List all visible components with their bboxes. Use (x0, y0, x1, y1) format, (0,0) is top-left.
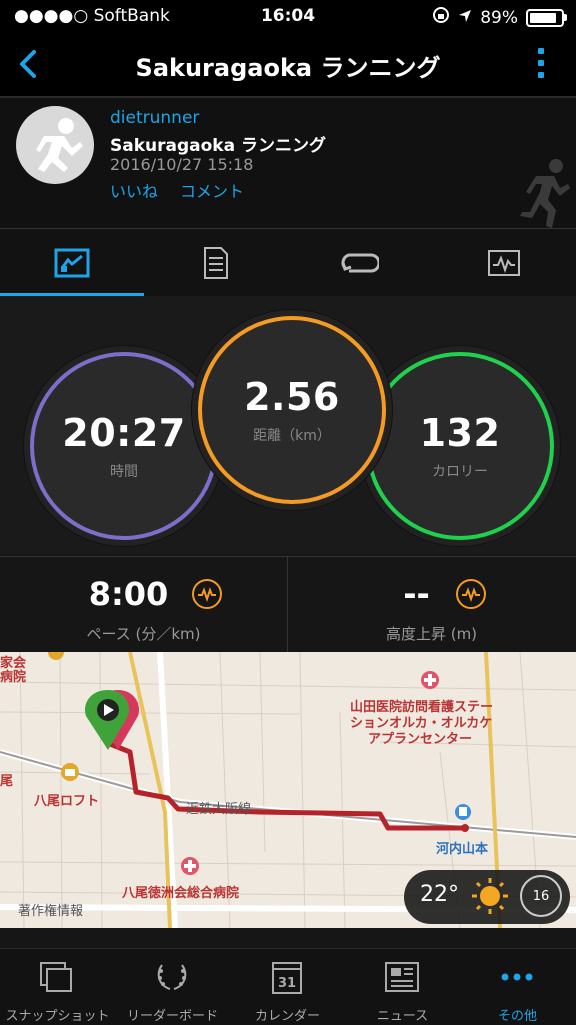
time-value: 20:27 (62, 411, 186, 455)
distance-value: 2.56 (244, 375, 340, 419)
activity-datetime: 2016/10/27 15:18 (110, 155, 254, 174)
elevation-label: 高度上昇 (m) (385, 625, 478, 643)
back-button[interactable] (12, 46, 48, 82)
distance-label: 距離（km） (253, 428, 331, 444)
bottom-tab-bar: スナップショット リーダーボード 31 カレンダー ニュース その他 (0, 948, 576, 1025)
start-pin-icon (84, 690, 140, 750)
divider (287, 556, 288, 652)
bottom-tab-snapshot[interactable]: スナップショット (0, 949, 115, 1025)
time-circle: 20:27 時間 (30, 352, 218, 540)
bottom-tab-news[interactable]: ニュース (345, 949, 460, 1025)
elevation-value: -- (403, 575, 430, 613)
temperature: 22° (420, 882, 459, 907)
map-label: 近鉄大阪線 (186, 802, 252, 817)
route-map[interactable]: 家会 病院 山田医院訪問看護ステー ションオルカ・オルカケ アプランセンター 尾… (0, 652, 576, 928)
metrics-panel: 20:27 時間 132 カロリー 2.56 距離（km） (0, 296, 576, 554)
bottom-tab-label: ニュース (376, 1009, 429, 1024)
map-label: 尾 (0, 774, 14, 789)
pace-elevation-row: 8:00 ペース (分／km) -- 高度上昇 (m) (0, 556, 576, 653)
running-activity-icon (516, 156, 572, 228)
runner-avatar-icon (36, 118, 83, 172)
bottom-tab-calendar[interactable]: 31 カレンダー (230, 949, 345, 1025)
map-label: 病院 (0, 670, 27, 685)
bottom-tab-label: その他 (497, 1009, 537, 1024)
tab-details[interactable] (144, 229, 288, 297)
calories-circle: 132 カロリー (366, 352, 554, 540)
activity-tabs (0, 228, 576, 297)
page-title: Sakuragaoka ランニング (135, 54, 441, 82)
elevation-cell: -- 高度上昇 (m) (288, 557, 575, 653)
like-link[interactable]: いいね (110, 178, 158, 202)
activity-header: dietrunner Sakuragaoka ランニング 2016/10/27 … (0, 98, 576, 228)
pace-label: ペース (分／km) (86, 625, 201, 643)
activity-graph-icon (488, 250, 520, 276)
tab-laps[interactable] (288, 229, 432, 297)
status-bar: ●●●●○ SoftBank 16:04 89% (0, 0, 576, 34)
location-icon (458, 8, 472, 28)
pace-value: 8:00 (88, 575, 169, 613)
calories-label: カロリー (432, 464, 488, 480)
bottom-tab-label: カレンダー (254, 1009, 320, 1024)
bottom-tab-label: リーダーボード (126, 1009, 218, 1024)
tab-charts[interactable] (432, 229, 576, 297)
bottom-tab-label: スナップショット (5, 1009, 110, 1024)
elevation-chart-icon[interactable] (456, 579, 486, 609)
laurel-icon (157, 964, 187, 990)
more-dots-icon (501, 973, 533, 981)
activity-title: Sakuragaoka ランニング (110, 136, 326, 156)
weather-badge[interactable]: 22° 16 (404, 870, 570, 924)
copyright-link[interactable]: 著作権情報 (18, 900, 83, 919)
username-link[interactable]: dietrunner (110, 108, 199, 128)
snapshot-icon (40, 962, 72, 992)
battery-percent: 89% (480, 7, 518, 28)
more-options-button[interactable] (538, 48, 546, 84)
tab-summary[interactable] (0, 229, 144, 297)
map-label: 河内山本 (436, 842, 489, 857)
newspaper-icon (385, 962, 419, 992)
laps-loop-icon (341, 253, 379, 273)
calendar-day: 31 (278, 976, 296, 991)
distance-circle: 2.56 距離（km） (198, 316, 386, 504)
map-label: アプランセンター (368, 732, 473, 747)
wind-speed: 16 (520, 875, 562, 917)
map-label: 八尾徳洲会総合病院 (122, 886, 240, 901)
lock-rotation-icon (432, 6, 450, 29)
time-label: 時間 (110, 464, 138, 480)
pace-cell: 8:00 ペース (分／km) (0, 557, 287, 653)
avatar[interactable] (16, 106, 94, 184)
document-icon (204, 247, 228, 279)
chevron-left-icon (20, 50, 36, 78)
calories-value: 132 (419, 411, 501, 455)
summary-chart-icon (54, 248, 90, 278)
nav-bar: Sakuragaoka ランニング (0, 34, 576, 96)
battery-icon (526, 8, 567, 27)
map-label: 八尾ロフト (34, 794, 100, 809)
pace-chart-icon[interactable] (192, 579, 222, 609)
comment-link[interactable]: コメント (180, 178, 244, 202)
bottom-tab-leaderboard[interactable]: リーダーボード (115, 949, 230, 1025)
calendar-icon: 31 (272, 962, 302, 994)
sun-icon (470, 876, 510, 916)
bottom-tab-more[interactable]: その他 (460, 949, 575, 1025)
status-right: 89% (432, 6, 567, 29)
